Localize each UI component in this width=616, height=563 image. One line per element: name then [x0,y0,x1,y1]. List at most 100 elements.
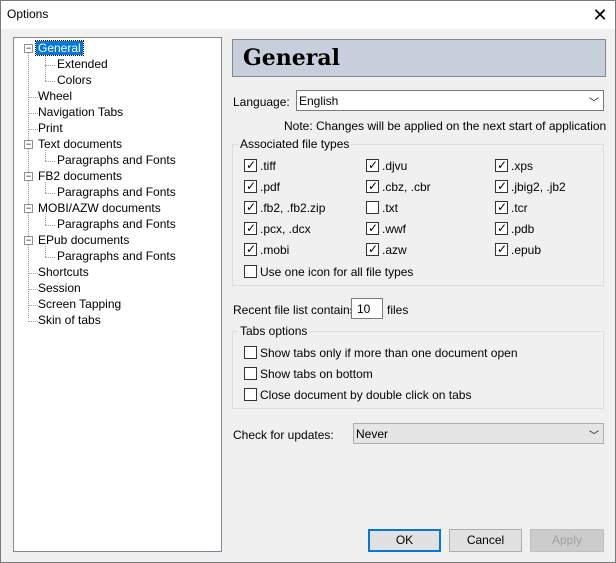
filetype-label: .azw [382,243,407,257]
filetype-label: .pdb [511,222,535,236]
checkbox-box: ✓ [495,158,508,172]
updates-select[interactable]: Never ﹀ [353,423,604,444]
options-window: Options ✕ − − − − − General Extended Col… [0,0,616,563]
checkbox-box: ✓ [495,221,508,235]
checkbox-box: ✓ [495,179,508,193]
checkbox-box: ✓ [366,242,379,256]
filetype-label: .tiff [260,159,276,173]
tree-item-shortcuts[interactable]: Shortcuts [36,265,91,280]
filetype-label: .fb2, .fb2.zip [260,201,326,215]
filetype-label: .mobi [260,243,290,257]
tree-item-text-documents[interactable]: Text documents [36,137,124,152]
filetype-label: .pdf [260,180,281,194]
language-select[interactable]: English ﹀ [296,90,604,111]
check-icon: ✓ [368,179,379,193]
tree-item-fb2-documents[interactable]: FB2 documents [36,169,124,184]
checkbox-box: ✓ [244,200,257,214]
checkbox-box [244,265,257,278]
checkbox-box [244,367,257,380]
checkbox-box [366,201,379,214]
tree-item-epub-paragraphs-fonts[interactable]: Paragraphs and Fonts [55,249,178,264]
cancel-button[interactable]: Cancel [449,529,522,552]
tree-item-colors[interactable]: Colors [55,73,94,88]
check-icon: ✓ [368,242,379,256]
check-icon: ✓ [368,221,379,235]
filetype-label: .txt [382,201,399,215]
filetype-label: .cbz, .cbr [382,180,431,194]
language-label: Language: [233,95,290,109]
restart-note: Note: Changes will be applied on the nex… [284,119,607,133]
checkbox-box: ✓ [495,242,508,256]
close-icon[interactable]: ✕ [585,1,615,29]
tree-item-session[interactable]: Session [36,281,83,296]
recent-files-value: 10 [357,302,371,316]
window-title: Options [7,7,49,21]
checkbox-box: ✓ [366,158,379,172]
page-header: General [232,39,606,77]
check-icon: ✓ [497,221,508,235]
tree-item-fb2-paragraphs-fonts[interactable]: Paragraphs and Fonts [55,185,178,200]
check-icon: ✓ [246,158,257,172]
recent-files-suffix: files [387,303,409,317]
check-icon: ✓ [497,200,508,214]
checkbox-box: ✓ [366,179,379,193]
tree-item-wheel[interactable]: Wheel [36,89,74,104]
apply-button[interactable]: Apply [530,529,604,552]
check-icon: ✓ [246,242,257,256]
tree-item-general[interactable]: General [35,40,84,56]
tree-item-screen-tapping[interactable]: Screen Tapping [36,297,123,312]
checkbox-box: ✓ [366,221,379,235]
checkbox-box: ✓ [495,200,508,214]
title-bar: Options ✕ [1,1,615,29]
tree-item-mobi-documents[interactable]: MOBI/AZW documents [36,201,163,216]
tree-item-mobi-paragraphs-fonts[interactable]: Paragraphs and Fonts [55,217,178,232]
tabs-option-label: Show tabs only if more than one document… [260,346,518,360]
check-icon: ✓ [497,179,508,193]
filetype-label: .jbig2, .jb2 [511,180,566,194]
tabs-option-label: Close document by double click on tabs [260,388,472,402]
check-icon: ✓ [246,179,257,193]
options-tree[interactable]: − − − − − General Extended Colors Wheel … [13,37,222,552]
collapse-icon[interactable]: − [24,236,33,245]
checkbox-box: ✓ [244,242,257,256]
recent-files-label: Recent file list contains: [233,303,360,317]
checkbox-box [244,346,257,359]
page-title: General [243,45,340,71]
tree-item-extended[interactable]: Extended [55,57,110,72]
checkbox-box: ✓ [244,221,257,235]
checkbox-box: ✓ [244,179,257,193]
checkbox-box: ✓ [244,158,257,172]
tabs-options-title: Tabs options [238,324,310,338]
one-icon-label: Use one icon for all file types [260,265,414,279]
filetype-label: .tcr [511,201,528,215]
collapse-icon[interactable]: − [24,140,33,149]
file-types-title: Associated file types [238,137,352,151]
chevron-down-icon: ﹀ [589,431,599,442]
check-icon: ✓ [497,158,508,172]
filetype-label: .djvu [382,159,408,173]
collapse-icon[interactable]: − [24,204,33,213]
tabs-option-label: Show tabs on bottom [260,367,373,381]
check-icon: ✓ [368,158,379,172]
check-icon: ✓ [246,221,257,235]
filetype-label: .epub [511,243,542,257]
check-icon: ✓ [497,242,508,256]
collapse-icon[interactable]: − [24,44,33,53]
updates-label: Check for updates: [233,428,334,442]
ok-button[interactable]: OK [368,529,441,552]
updates-value: Never [356,427,389,441]
tree-item-text-paragraphs-fonts[interactable]: Paragraphs and Fonts [55,153,178,168]
check-icon: ✓ [246,200,257,214]
tree-item-navigation-tabs[interactable]: Navigation Tabs [36,105,125,120]
filetype-label: .pcx, .dcx [260,222,311,236]
recent-files-count-input[interactable]: 10 [351,298,383,319]
tree-item-skin-of-tabs[interactable]: Skin of tabs [36,313,103,328]
tree-item-print[interactable]: Print [36,121,65,136]
tree-item-epub-documents[interactable]: EPub documents [36,233,131,248]
checkbox-box [244,388,257,401]
filetype-label: .wwf [382,222,406,236]
chevron-down-icon: ﹀ [589,98,599,109]
collapse-icon[interactable]: − [24,172,33,181]
filetype-label: .xps [511,159,534,173]
language-value: English [299,94,339,108]
